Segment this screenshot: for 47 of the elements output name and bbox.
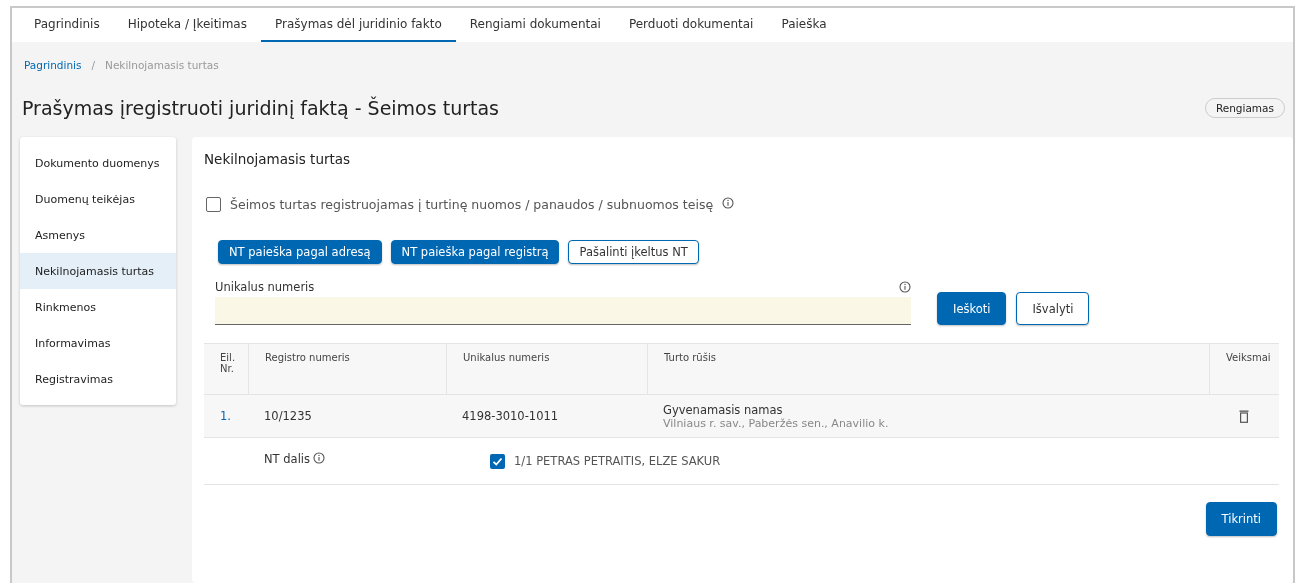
breadcrumb-current: Nekilnojamasis turtas xyxy=(105,59,219,71)
search-button[interactable]: Išvalyti xyxy=(1016,292,1090,325)
nav-tab[interactable]: Rengiami dokumentai xyxy=(455,8,615,42)
field-label: Unikalus numeris xyxy=(215,280,315,294)
property-type: Gyvenamasis namas xyxy=(663,402,784,417)
sidebar-item[interactable]: Dokumento duomenys xyxy=(20,145,176,181)
nav-tab[interactable]: Pagrindinis xyxy=(20,8,114,42)
column-header: Veiksmai xyxy=(1209,343,1279,395)
checkbox[interactable] xyxy=(490,453,505,469)
property-address: Vilniaus r. sav., Paberžės sen., Anavilio k. xyxy=(663,416,890,430)
page-title: Prašymas įregistruoti juridinį faktą - Šeimos turtas xyxy=(22,97,499,119)
info-icon[interactable] xyxy=(313,452,325,464)
info-icon[interactable] xyxy=(722,197,735,209)
search-button[interactable]: Ieškoti xyxy=(937,292,1007,325)
sidebar-item[interactable]: Rinkmenos xyxy=(20,289,176,325)
column-header: Eil. Nr. xyxy=(204,343,248,395)
share-label: NT dalis xyxy=(264,452,310,466)
column-header: Registro numeris xyxy=(248,343,446,395)
action-button[interactable]: NT paieška pagal registrą xyxy=(390,240,560,264)
breadcrumb-separator: / xyxy=(91,59,96,71)
check-icon xyxy=(492,455,503,467)
sidebar-item[interactable]: Nekilnojamasis turtas xyxy=(20,253,176,289)
breadcrumb-link[interactable]: Pagrindinis xyxy=(24,59,82,71)
nav-tab[interactable]: Paieška xyxy=(767,8,841,42)
section-title: Nekilnojamasis turtas xyxy=(204,151,352,167)
status-badge: Rengiamas xyxy=(1204,98,1285,118)
checkbox-label: Šeimos turtas registruojamas į turtinę nuomos / panaudos / subnuomos teisę xyxy=(230,197,714,212)
owner-label: 1/1 PETRAS PETRAITIS, ELZE SAKUR xyxy=(514,454,721,468)
table-cell: 10/1235 xyxy=(248,395,446,438)
table-cell: 1. xyxy=(204,395,248,438)
sidebar-item[interactable]: Informavimas xyxy=(20,325,176,361)
checkbox[interactable] xyxy=(206,197,221,212)
trash-icon[interactable] xyxy=(1239,409,1249,423)
sidebar-item[interactable]: Registravimas xyxy=(20,361,176,397)
input-field[interactable] xyxy=(215,297,911,325)
nav-tab[interactable]: Perduoti dokumentai xyxy=(614,8,768,42)
nav-tab[interactable]: Hipoteka / Įkeitimas xyxy=(113,8,261,42)
info-icon[interactable] xyxy=(899,281,911,293)
sidebar-item[interactable]: Asmenys xyxy=(20,217,176,253)
sidebar-item[interactable]: Duomenų teikėjas xyxy=(20,181,176,217)
nav-tab[interactable]: Prašymas dėl juridinio fakto xyxy=(260,8,456,42)
action-button[interactable]: NT paieška pagal adresą xyxy=(218,240,382,264)
column-header: Unikalus numeris xyxy=(446,343,647,395)
column-header: Turto rūšis xyxy=(647,343,1209,395)
action-button[interactable]: Pašalinti įkeltus NT xyxy=(568,240,699,264)
table-cell: 4198-3010-1011 xyxy=(446,395,647,438)
check-button[interactable]: Tikrinti xyxy=(1205,502,1277,536)
